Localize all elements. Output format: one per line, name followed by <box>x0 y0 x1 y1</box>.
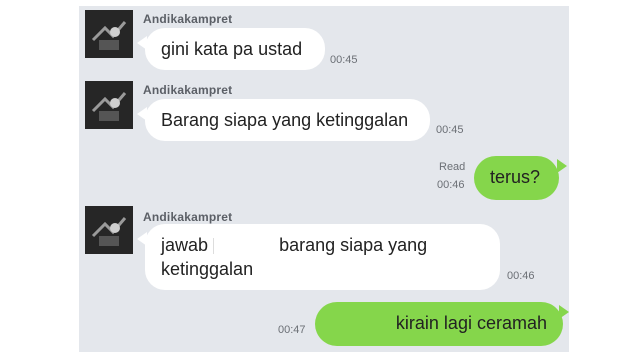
sender-avatar[interactable] <box>85 10 133 58</box>
redacted-text <box>213 238 274 255</box>
message-text: jawab <box>161 235 209 255</box>
outgoing-message[interactable]: kirain lagi ceramah <box>315 302 563 346</box>
incoming-message[interactable]: Barang siapa yang ketinggalan <box>145 99 430 141</box>
message-time: 00:46 <box>437 179 465 191</box>
message-line: jawab barang siapa yang <box>161 233 484 257</box>
message-time: 00:46 <box>507 270 535 282</box>
sender-name: Andikakampret <box>143 12 233 26</box>
message-time: 00:45 <box>436 124 464 136</box>
sender-name: Andikakampret <box>143 83 233 97</box>
avatar-image <box>85 81 133 129</box>
incoming-message[interactable]: gini kata pa ustad <box>145 28 325 70</box>
message-time: 00:45 <box>330 54 358 66</box>
message-time: 00:47 <box>278 324 306 336</box>
avatar-image <box>85 10 133 58</box>
avatar-image <box>85 206 133 254</box>
bubble-tail <box>559 305 569 319</box>
outgoing-message[interactable]: terus? <box>474 156 559 200</box>
message-line: ketinggalan <box>161 259 254 279</box>
message-text: barang siapa yang <box>279 235 428 255</box>
read-receipt: Read <box>439 161 466 173</box>
sender-avatar[interactable] <box>85 206 133 254</box>
message-text: kirain lagi ceramah <box>395 313 547 333</box>
chat-screen: Andikakampret gini kata pa ustad 00:45 A… <box>79 6 569 352</box>
message-text: Barang siapa yang ketinggalan <box>161 110 409 130</box>
sender-name: Andikakampret <box>143 210 233 224</box>
message-text: terus? <box>490 167 541 187</box>
sender-avatar[interactable] <box>85 81 133 129</box>
bubble-tail <box>557 159 567 173</box>
incoming-message[interactable]: jawab barang siapa yang ketinggalan <box>145 224 500 290</box>
message-text: gini kata pa ustad <box>161 39 303 59</box>
